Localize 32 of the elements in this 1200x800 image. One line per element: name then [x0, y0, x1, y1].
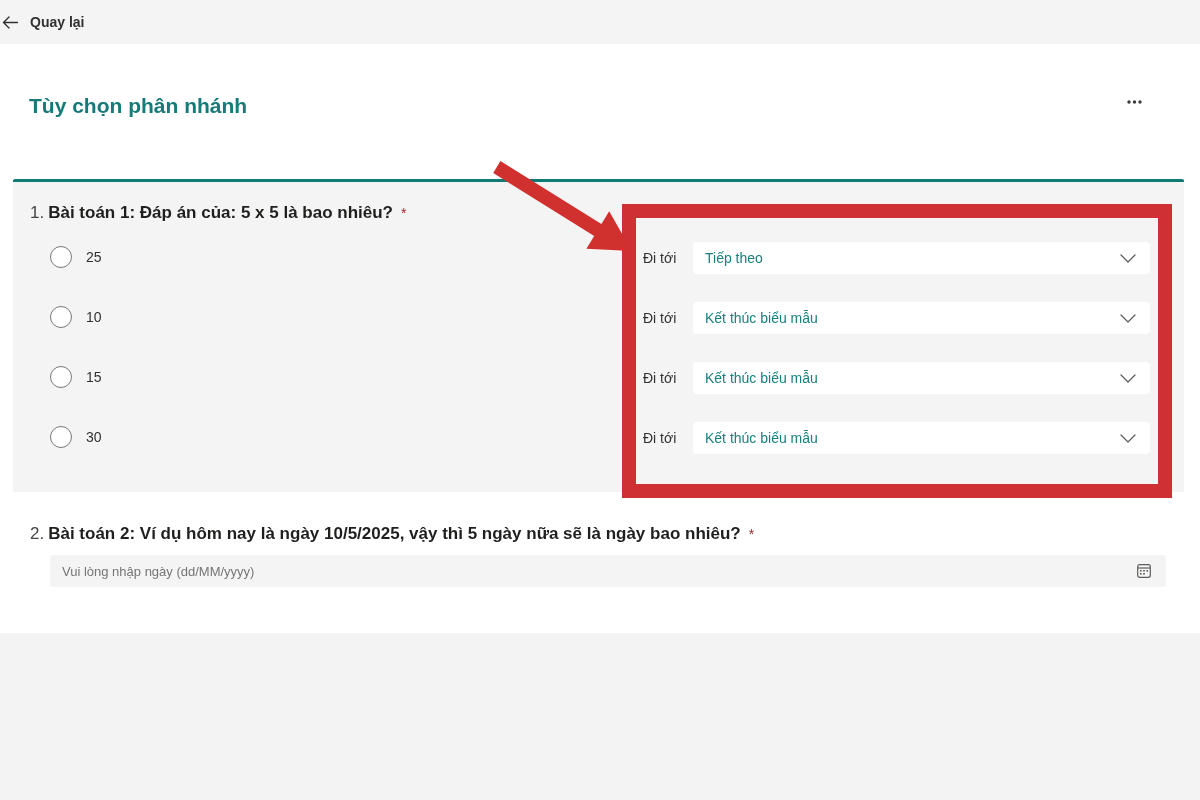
chevron-down-icon — [1120, 433, 1136, 443]
chevron-down-icon — [1120, 313, 1136, 323]
option-label: 30 — [86, 429, 102, 445]
back-button[interactable]: Quay lại — [0, 7, 91, 37]
option-label: 15 — [86, 369, 102, 385]
question-number: 1. — [30, 203, 45, 223]
goto-label: Đi tới — [643, 310, 678, 326]
option-label: 25 — [86, 249, 102, 265]
option-label: 10 — [86, 309, 102, 325]
goto-dropdown[interactable]: Kết thúc biểu mẫu — [693, 422, 1150, 454]
question-title: Bài toán 2: Ví dụ hôm nay là ngày 10/5/2025, vậy thì 5 ngày nữa sẽ là ngày bao nhiêu? — [48, 524, 741, 544]
goto-label: Đi tới — [643, 250, 678, 266]
question-title: Bài toán 1: Đáp án của: 5 x 5 là bao nhiêu? — [48, 203, 393, 223]
goto-label: Đi tới — [643, 370, 678, 386]
radio-button[interactable] — [50, 306, 72, 328]
calendar-icon[interactable] — [1137, 564, 1151, 578]
more-options-icon[interactable] — [1127, 100, 1142, 104]
required-mark: * — [748, 525, 755, 544]
required-mark: * — [401, 204, 407, 223]
radio-button[interactable] — [50, 366, 72, 388]
radio-button[interactable] — [50, 246, 72, 268]
radio-button[interactable] — [50, 426, 72, 448]
chevron-down-icon — [1120, 253, 1136, 263]
back-arrow-icon — [2, 15, 18, 29]
chevron-down-icon — [1120, 373, 1136, 383]
date-input-field[interactable]: Vui lòng nhập ngày (dd/MM/yyyy) — [50, 555, 1166, 587]
form-title: Tùy chọn phân nhánh — [29, 93, 248, 119]
goto-dropdown[interactable]: Kết thúc biểu mẫu — [693, 362, 1150, 394]
goto-dropdown[interactable]: Kết thúc biểu mẫu — [693, 302, 1150, 334]
goto-dropdown[interactable]: Tiếp theo — [693, 242, 1150, 274]
question-number: 2. — [30, 524, 45, 544]
goto-label: Đi tới — [643, 430, 678, 446]
